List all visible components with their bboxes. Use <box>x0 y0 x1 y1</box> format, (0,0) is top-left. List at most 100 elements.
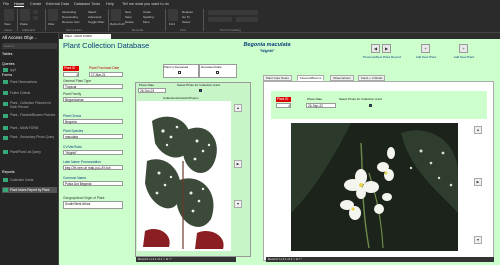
spelling-button[interactable]: Spelling <box>143 15 154 19</box>
select-photo-checkbox[interactable] <box>199 89 202 92</box>
family-field[interactable]: Begoniaceae <box>63 97 123 102</box>
advanced-button[interactable]: Advanced <box>88 15 101 19</box>
nav-item-label: Plant Observations <box>10 80 37 84</box>
cut-icon[interactable] <box>33 10 38 14</box>
goto-button[interactable]: Go To <box>182 15 190 19</box>
menu-help[interactable]: Help <box>106 2 114 6</box>
replace-button[interactable]: Replace <box>182 10 193 14</box>
menu-file[interactable]: File <box>3 2 9 6</box>
blooms-select-photo-checkbox[interactable] <box>369 104 372 107</box>
ribbon-sep <box>108 9 109 31</box>
nav-header[interactable]: All Access Obje... <box>2 35 37 40</box>
blooms-photo-up-button[interactable]: ▲ <box>474 126 482 134</box>
nav-form-item[interactable]: Plant Observations <box>2 79 57 85</box>
latin-pronunciation-label: Latin Name Pronunciation <box>63 160 101 164</box>
genus-field[interactable]: Begonia <box>63 119 123 124</box>
selection-button[interactable]: Select <box>88 10 96 14</box>
plant-id-label: Plant ID <box>63 66 79 71</box>
nav-form-item[interactable]: Plant - Collection Pictures for Each Rec… <box>2 101 57 109</box>
deceased-date-field[interactable] <box>216 71 219 74</box>
photo-down-button[interactable]: ▼ <box>234 200 242 208</box>
remove-sort-button[interactable]: Remove Sort <box>62 20 80 24</box>
family-label: Plant Family <box>63 92 82 96</box>
begonia-flower-image <box>291 123 458 251</box>
nav-form-item[interactable]: Folder Criteria <box>2 90 57 96</box>
save-record-button[interactable]: Save <box>125 15 132 19</box>
nav-form-item[interactable]: Plant/Plant List Query <box>2 149 57 155</box>
nav-form-item[interactable]: Plant - Secondary Photo Query <box>2 135 57 143</box>
blooms-photo-down-button[interactable]: ▼ <box>474 236 482 244</box>
photo-date-field[interactable]: 26-Oct-23 <box>138 88 166 93</box>
paste-button[interactable] <box>20 9 30 21</box>
blooms-plant-id-field[interactable]: 4 <box>276 103 291 108</box>
report-icon <box>3 178 8 182</box>
plant-id-field[interactable]: 4 <box>63 72 79 77</box>
blooms-photo-next-button[interactable]: ▶ <box>474 178 482 186</box>
select-photo-label: Select Photo for Collection Card <box>177 83 220 87</box>
totals-button[interactable]: Totals <box>143 10 151 14</box>
species-label: Plant Species <box>63 129 84 133</box>
purchase-date-field[interactable]: 17-Mar-21 <box>89 72 123 77</box>
nav-item-label: qry1 <box>10 68 17 72</box>
descending-button[interactable]: Descending <box>62 15 78 19</box>
copy-icon[interactable] <box>33 16 38 20</box>
group-sort-filter: Sort & Filter <box>66 28 82 32</box>
origin-field[interactable]: South/West Africa <box>63 201 123 209</box>
menu-home[interactable]: Home <box>14 2 25 7</box>
new-record-button[interactable]: New <box>125 10 131 14</box>
nav-report-item[interactable]: Collection Cards <box>2 177 57 183</box>
nav-section-queries[interactable]: Queries <box>2 62 15 66</box>
ascending-button[interactable]: Ascending <box>62 10 76 14</box>
deceased-checkbox[interactable] <box>178 71 181 74</box>
species-field[interactable]: maculata <box>63 134 123 139</box>
select-button[interactable]: Select <box>182 20 190 24</box>
ribbon: View Views Paste Clipboard Filter Ascend… <box>0 7 500 33</box>
toggle-filter-button[interactable]: Toggle Filter <box>88 20 104 24</box>
collection-record-navigator[interactable]: Record: H 4 1 of 1 > H >* <box>136 257 236 262</box>
nav-search-input[interactable]: Search... <box>2 43 57 49</box>
menu-external-data[interactable]: External Data <box>46 2 69 6</box>
nav-form-item[interactable]: Plant - MAIN FORM <box>2 125 57 131</box>
nav-item-label: Plant Notes Report by Plant <box>10 188 50 192</box>
nav-form-item[interactable]: Plant - Flowers/Blooms Pictures <box>2 113 57 121</box>
menu-database-tools[interactable]: Database Tools <box>74 2 100 6</box>
genus-label: Plant Genus <box>63 114 82 118</box>
ribbon-sep <box>45 9 46 31</box>
add-new-plant-button-2[interactable]: + <box>459 44 468 53</box>
nav-section-forms[interactable]: Forms <box>2 73 12 77</box>
delete-record-button[interactable]: Delete <box>125 20 134 24</box>
more-button[interactable]: More <box>143 20 150 24</box>
photo-up-button[interactable]: ▲ <box>234 104 242 112</box>
view-button[interactable] <box>4 9 14 21</box>
filter-button[interactable] <box>48 9 58 21</box>
blooms-photo <box>291 123 458 251</box>
previous-record-button[interactable]: ◀ <box>371 44 380 53</box>
add-new-plant-button[interactable]: + <box>421 44 430 53</box>
tell-me-search[interactable]: Tell me what you want to do <box>122 2 169 6</box>
font-select[interactable] <box>208 10 258 15</box>
nav-report-item[interactable]: Plant Notes Report by Plant <box>2 187 57 193</box>
photo-next-button[interactable]: ▶ <box>234 160 242 168</box>
blooms-record-navigator[interactable]: Record: H 4 1 of 1 > H >* <box>266 257 494 262</box>
group-clipboard: Clipboard <box>22 28 35 32</box>
blooms-photo-date-field[interactable]: 26-Sep-22 <box>306 103 336 108</box>
nav-section-tables[interactable]: Tables <box>2 52 12 56</box>
nav-section-reports[interactable]: Reports <box>2 170 15 174</box>
next-record-button[interactable]: ▶ <box>382 44 391 53</box>
refresh-all-button[interactable] <box>111 9 121 21</box>
find-button[interactable] <box>168 9 178 21</box>
form-icon <box>3 102 8 106</box>
cultivar-field[interactable]: "Wightii" <box>63 150 123 155</box>
font-style-buttons[interactable] <box>208 17 232 22</box>
purchase-date-label: Plant Purchase Date <box>89 66 120 70</box>
common-name-field[interactable]: Polka Dot Begonia <box>63 181 123 186</box>
blooms-select-photo-label: Select Photo for Collection Card <box>339 97 382 101</box>
plant-variety-heading: "Wightii" <box>259 49 275 53</box>
latin-pronunciation-field[interactable]: beg-OH-nee-uh mak-yu-LAY-tuh <box>63 165 123 170</box>
font-color-buttons[interactable] <box>236 17 258 22</box>
menu-create[interactable]: Create <box>30 2 41 6</box>
prev-next-label: Previous/Next Plant Record <box>362 55 401 59</box>
menu-bar: File Home Create External Data Database … <box>0 0 500 7</box>
report-icon <box>3 188 8 192</box>
general-type-field[interactable]: Tropical <box>63 84 123 89</box>
